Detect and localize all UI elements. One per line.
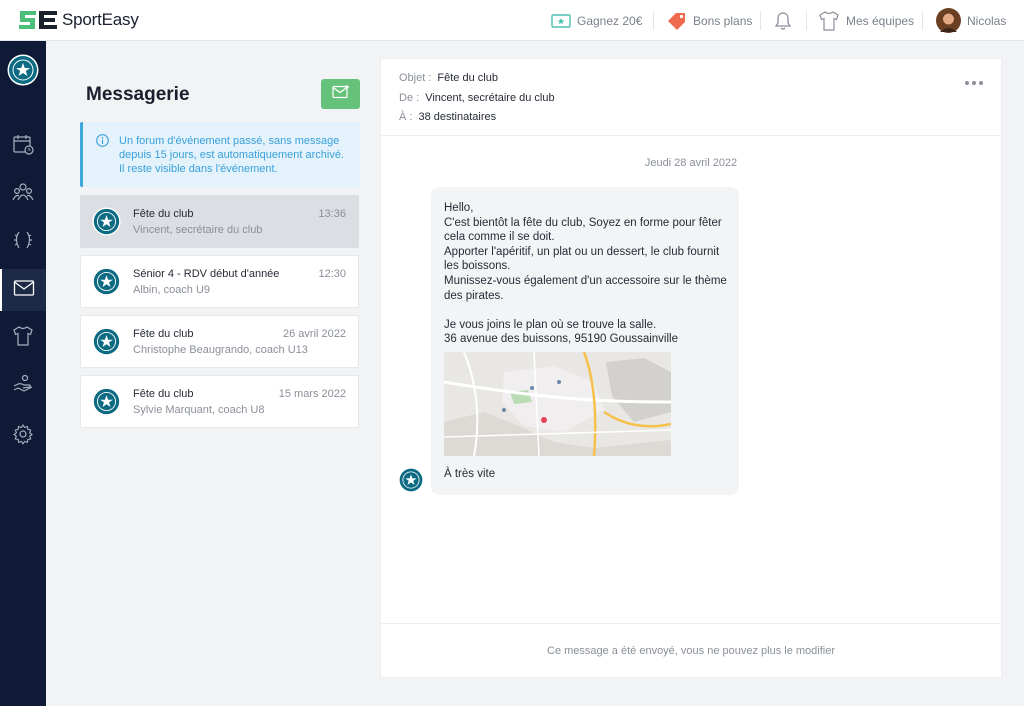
message-date: Jeudi 28 avril 2022 — [644, 157, 738, 169]
user-avatar — [936, 8, 961, 33]
club-avatar — [92, 387, 121, 421]
tag-icon — [667, 12, 687, 30]
divider — [806, 11, 807, 30]
calendar-icon — [12, 133, 34, 160]
compose-mail-icon — [331, 84, 350, 104]
settings-icon — [12, 423, 34, 450]
teams-link[interactable]: Mes équipes — [818, 0, 914, 41]
club-avatar — [92, 327, 121, 361]
mail-icon — [13, 279, 35, 302]
referral-label: Gagnez 20€ — [577, 13, 643, 28]
conversation-title: Fête du club — [133, 328, 194, 340]
user-name: Nicolas — [967, 13, 1007, 28]
compose-button[interactable] — [321, 79, 360, 109]
members-icon — [12, 181, 34, 208]
conversation-sender: Christophe Beaugrando, coach U13 — [133, 344, 308, 356]
conversation-item[interactable]: Sénior 4 - RDV début d'année Albin, coac… — [80, 255, 359, 308]
conversation-time: 15 mars 2022 — [278, 388, 346, 400]
user-menu[interactable]: Nicolas — [936, 0, 1006, 41]
from-value: Vincent, secrétaire du club — [425, 92, 555, 104]
top-bar: SportEasy Gagnez 20€ Bons plans Mes équi… — [0, 0, 1024, 41]
subject-value: Fête du club — [437, 72, 498, 84]
app-logo[interactable]: SportEasy — [18, 9, 139, 31]
to-row: À : 38 destinataires — [399, 111, 496, 123]
handshake-icon — [12, 373, 34, 400]
teams-label: Mes équipes — [846, 13, 915, 28]
message-header: Objet : Fête du club De : Vincent, secréta… — [381, 59, 1001, 136]
deals-label: Bons plans — [693, 13, 753, 28]
page-title: Messagerie — [86, 84, 190, 105]
sidebar-item-messages[interactable] — [0, 269, 46, 311]
conversation-item[interactable]: Fête du club Sylvie Marquant, coach U8 1… — [80, 375, 359, 428]
deals-link[interactable]: Bons plans — [667, 0, 752, 41]
message-panel: Objet : Fête du club De : Vincent, secréta… — [380, 58, 1002, 678]
message-footer: Ce message a été envoyé, vous ne pouvez … — [381, 623, 1001, 678]
conversation-sender: Vincent, secrétaire du club — [133, 224, 263, 236]
sporteasy-logo-icon — [19, 11, 57, 29]
divider — [653, 11, 654, 30]
from-row: De : Vincent, secrétaire du club — [399, 92, 555, 104]
ticket-icon — [551, 13, 571, 29]
archive-info-text: Un forum d'événement passé, sans message… — [119, 135, 345, 175]
sent-notice: Ce message a été envoyé, vous ne pouvez … — [547, 645, 835, 657]
conversation-sender: Sylvie Marquant, coach U8 — [133, 404, 265, 416]
sidebar-item-calendar[interactable] — [0, 125, 46, 167]
conversation-title: Fête du club — [133, 208, 194, 220]
divider — [760, 11, 761, 30]
bell-icon — [774, 11, 792, 31]
message-closing: À très vite — [444, 468, 496, 480]
conversation-sender: Albin, coach U9 — [133, 284, 211, 296]
sidebar-item-members[interactable] — [0, 173, 46, 215]
message-body: Hello, C'est bientôt la fête du club, So… — [444, 202, 727, 346]
info-icon — [96, 134, 109, 152]
brand-name: SportEasy — [62, 10, 139, 29]
message-bubble: Hello, C'est bientôt la fête du club, So… — [431, 187, 739, 495]
referral-link[interactable]: Gagnez 20€ — [551, 0, 642, 41]
club-logo[interactable] — [7, 54, 39, 91]
divider — [922, 11, 923, 30]
conversation-time: 26 avril 2022 — [283, 328, 346, 340]
sender-avatar — [398, 467, 424, 498]
conversation-item[interactable]: Fête du club Vincent, secrétaire du club… — [80, 195, 359, 248]
conversation-title: Sénior 4 - RDV début d'année — [133, 268, 280, 280]
conversation-item[interactable]: Fête du club Christophe Beaugrando, coac… — [80, 315, 359, 368]
club-avatar — [92, 207, 121, 241]
from-label: De : — [399, 92, 420, 104]
conversation-time: 13:36 — [318, 208, 346, 220]
map-image[interactable] — [444, 352, 671, 456]
conversation-time: 12:30 — [318, 268, 346, 280]
notifications-button[interactable] — [774, 0, 798, 41]
sidebar-item-settings[interactable] — [0, 415, 46, 457]
to-label: À : — [399, 111, 413, 123]
shirt-icon — [12, 325, 34, 352]
sidebar-item-equipment[interactable] — [0, 317, 46, 359]
conversation-title: Fête du club — [133, 388, 194, 400]
laurel-icon — [12, 229, 34, 256]
archive-info-banner: Un forum d'événement passé, sans message… — [80, 122, 360, 187]
subject-row: Objet : Fête du club — [399, 72, 498, 84]
sidebar-item-trophies[interactable] — [0, 221, 46, 263]
shirt-icon — [818, 10, 840, 31]
sidebar-item-partners[interactable] — [0, 365, 46, 407]
club-avatar — [92, 267, 121, 301]
to-value[interactable]: 38 destinataires — [418, 111, 496, 123]
sidebar — [0, 41, 46, 706]
more-options-icon[interactable] — [962, 81, 983, 85]
subject-label: Objet : — [399, 72, 432, 84]
